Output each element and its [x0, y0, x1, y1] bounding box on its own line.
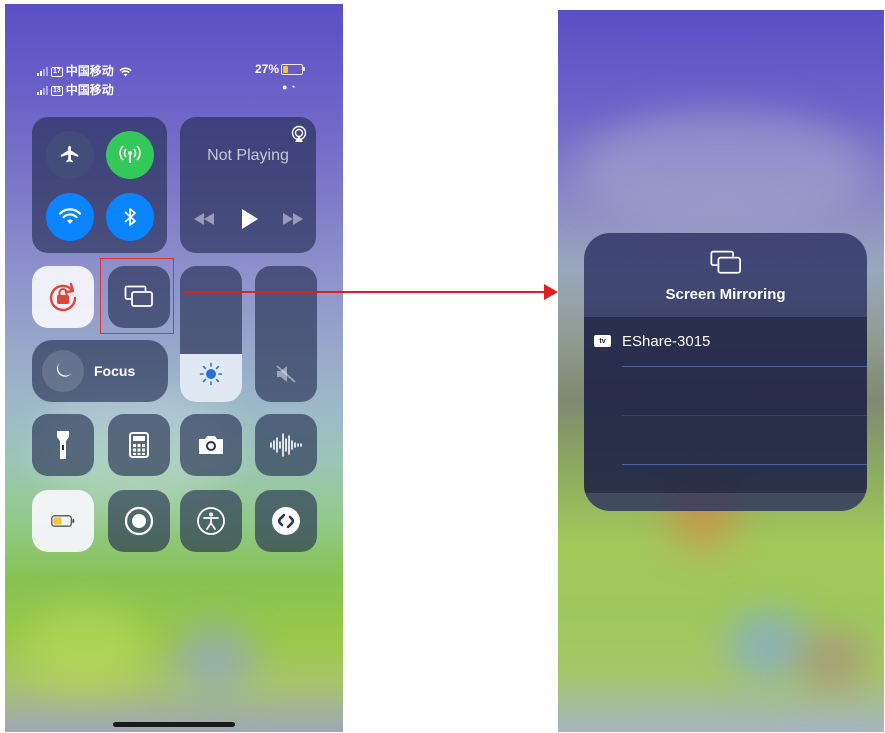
- accessibility-button[interactable]: [180, 490, 242, 552]
- battery-icon: [281, 64, 306, 76]
- list-divider: [622, 366, 867, 367]
- battery-status: 27%: [255, 62, 306, 76]
- calculator-icon: [129, 432, 149, 458]
- moon-icon: [56, 362, 72, 377]
- orientation-lock-status-icon: ◔: [289, 82, 296, 92]
- airplane-icon: [60, 145, 79, 163]
- accessibility-icon: [197, 507, 225, 535]
- sim-slot-badge: 17: [51, 66, 63, 77]
- panel-title: Screen Mirroring: [665, 286, 786, 303]
- alarm-icon: ●: [282, 82, 288, 92]
- signal-strength-icon: [37, 86, 48, 96]
- brightness-sun-icon: [199, 362, 223, 386]
- cellular-data-button[interactable]: [106, 131, 154, 179]
- list-divider: [622, 464, 867, 465]
- status-bar-row-2: 18 中国移动: [37, 81, 114, 98]
- wifi-icon: [58, 208, 82, 224]
- connectivity-tile: [32, 117, 167, 253]
- fast-forward-icon[interactable]: [283, 213, 303, 225]
- brightness-slider[interactable]: [180, 266, 242, 402]
- arrow-head: [544, 284, 558, 300]
- screen-recording-button[interactable]: [108, 490, 170, 552]
- screen-mirroring-icon: [710, 250, 741, 274]
- control-center-screen: 17 中国移动 18 中国移动 27% ● ◔ Not Playing Focu…: [5, 4, 343, 732]
- flashlight-button[interactable]: [32, 414, 94, 476]
- device-name: EShare-3015: [622, 333, 711, 350]
- volume-slider[interactable]: [255, 266, 317, 402]
- low-power-mode-button[interactable]: [32, 490, 94, 552]
- wifi-status-icon: [119, 67, 132, 77]
- flashlight-icon: [57, 431, 69, 459]
- highlight-box: [100, 258, 174, 334]
- voice-memos-button[interactable]: [255, 414, 317, 476]
- bluetooth-icon: [124, 208, 136, 226]
- media-status: Not Playing: [207, 147, 289, 164]
- now-playing-tile[interactable]: Not Playing: [180, 117, 316, 253]
- device-row[interactable]: tv EShare-3015: [584, 317, 867, 366]
- apple-tv-icon: tv: [594, 335, 611, 347]
- home-indicator[interactable]: [113, 722, 235, 727]
- orientation-lock-button[interactable]: [32, 266, 94, 328]
- status-icons: ● ◔: [282, 82, 295, 92]
- wallpaper-glow: [798, 630, 868, 690]
- airplane-mode-button[interactable]: [46, 131, 94, 179]
- carrier-name: 中国移动: [65, 64, 114, 78]
- focus-button[interactable]: Focus: [32, 340, 168, 402]
- focus-moon-circle: [42, 350, 84, 392]
- battery-percent: 27%: [255, 62, 280, 76]
- shazam-button[interactable]: [255, 490, 317, 552]
- status-bar-row-1: 17 中国移动: [37, 62, 132, 79]
- calculator-button[interactable]: [108, 414, 170, 476]
- carrier-name: 中国移动: [65, 83, 114, 97]
- rotation-lock-icon: [49, 282, 77, 312]
- camera-icon: [199, 436, 223, 454]
- wallpaper-glow: [25, 604, 145, 694]
- speaker-muted-icon: [276, 365, 296, 383]
- rewind-icon[interactable]: [194, 213, 214, 225]
- focus-label: Focus: [94, 363, 136, 379]
- arrow-line: [183, 291, 545, 293]
- wifi-button[interactable]: [46, 193, 94, 241]
- waveform-icon: [270, 433, 302, 457]
- shazam-icon: [272, 507, 300, 535]
- airplay-audio-icon[interactable]: [290, 125, 308, 143]
- list-divider: [622, 415, 867, 416]
- sim-slot-badge: 18: [51, 85, 63, 96]
- camera-button[interactable]: [180, 414, 242, 476]
- wallpaper-glow: [578, 110, 868, 230]
- screen-mirroring-panel: Screen Mirroring tv EShare-3015: [584, 233, 867, 511]
- wallpaper-glow: [175, 624, 255, 694]
- play-icon[interactable]: [240, 209, 258, 229]
- battery-icon: [51, 515, 75, 527]
- bluetooth-button[interactable]: [106, 193, 154, 241]
- signal-strength-icon: [37, 67, 48, 77]
- device-list: tv EShare-3015: [584, 317, 867, 493]
- cellular-antenna-icon: [119, 145, 141, 163]
- wallpaper-glow: [728, 610, 808, 680]
- record-icon: [124, 506, 154, 536]
